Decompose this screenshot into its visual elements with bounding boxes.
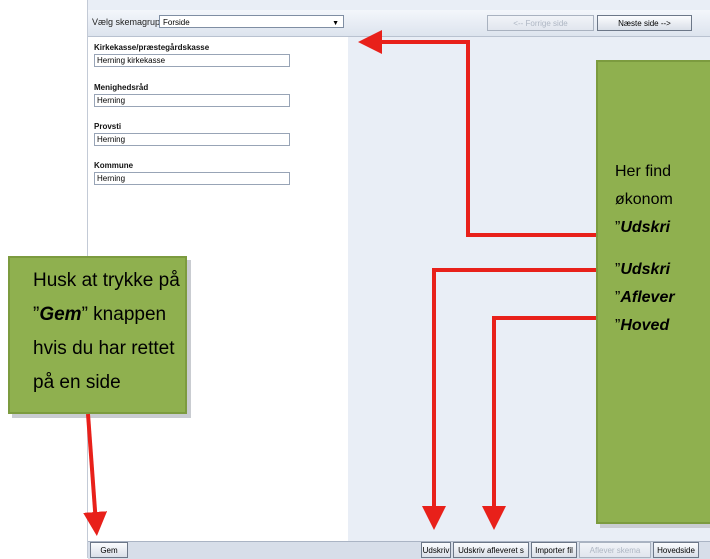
print-button[interactable]: Udskriv [421, 542, 451, 558]
callout-right-item2: ”Udskri [615, 261, 671, 278]
callout-right-item4: ”Hoved [615, 317, 670, 334]
callout-left-line3: hvis du har rettet [33, 338, 175, 359]
callout-right-line2: økonom [615, 191, 673, 208]
callout-left-line4: på en side [33, 372, 121, 393]
schema-group-value: Forside [163, 18, 190, 27]
field-label-menighedsraad: Menighedsråd [94, 83, 149, 92]
field-label-kirkekasse: Kirkekasse/præstegårdskasse [94, 43, 210, 52]
import-file-button[interactable]: Importer fil [531, 542, 577, 558]
callout-left-line2: ”Gem” knappen [33, 304, 167, 325]
bottom-toolbar: Gem Udskriv Udskriv afleveret s Importer… [88, 541, 710, 559]
schema-group-select[interactable]: Forside ▼ [159, 15, 344, 28]
menighedsraad-field[interactable]: Herning [94, 94, 290, 107]
top-toolbar: Vælg skemagruppe Forside ▼ <-- Forrige s… [88, 10, 710, 37]
submit-schema-button[interactable]: Aflever skema [579, 542, 651, 558]
next-page-button[interactable]: Næste side --> [597, 15, 692, 31]
field-label-provsti: Provsti [94, 122, 122, 131]
field-label-kommune: Kommune [94, 161, 134, 170]
help-callout-left: Husk at trykke på ”Gem” knappen hvis du … [8, 256, 187, 414]
previous-page-button[interactable]: <-- Forrige side [487, 15, 594, 31]
callout-right-line1: Her find [615, 163, 672, 180]
home-button[interactable]: Hovedside [653, 542, 699, 558]
kirkekasse-field[interactable]: Herning kirkekasse [94, 54, 290, 67]
print-submitted-button[interactable]: Udskriv afleveret s [453, 542, 529, 558]
dropdown-arrow-icon: ▼ [332, 20, 339, 27]
callout-right-item3: ”Aflever [615, 289, 675, 306]
callout-right-item1: ”Udskri [615, 219, 671, 236]
help-callout-right: Her find økonom ”Udskri ”Udskri ”Aflever… [596, 60, 710, 524]
kommune-field[interactable]: Herning [94, 172, 290, 185]
callout-left-line1: Husk at trykke på [33, 270, 180, 291]
provsti-field[interactable]: Herning [94, 133, 290, 146]
save-button[interactable]: Gem [90, 542, 128, 558]
